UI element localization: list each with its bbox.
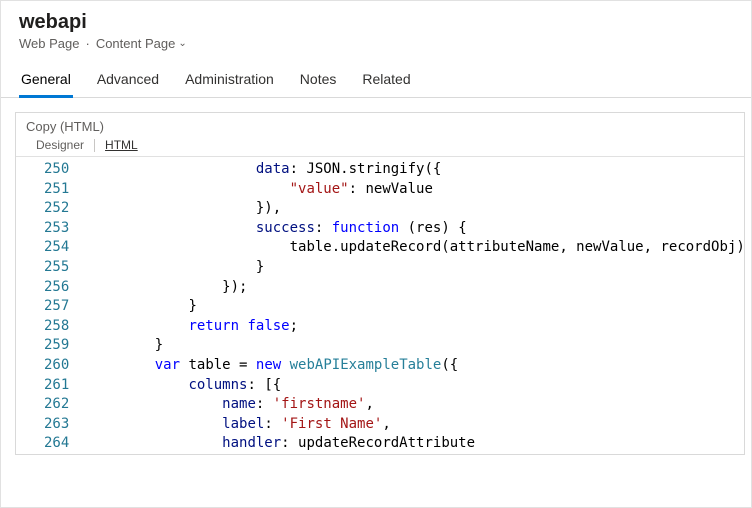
code-line[interactable]: } — [87, 336, 744, 356]
line-number: 261 — [44, 376, 69, 396]
code-line[interactable]: label: 'First Name', — [87, 415, 744, 435]
line-number: 264 — [44, 434, 69, 454]
record-header: webapi Web Page · Content Page ⌄ — [1, 1, 751, 51]
form-tabs: General Advanced Administration Notes Re… — [1, 51, 751, 98]
line-number: 250 — [44, 160, 69, 180]
code-line[interactable]: data: JSON.stringify({ — [87, 160, 744, 180]
editor-mode-subtabs: Designer HTML — [16, 138, 744, 156]
line-number-gutter: 2502512522532542552562572582592602612622… — [34, 157, 87, 454]
subtab-designer[interactable]: Designer — [36, 138, 84, 152]
tab-general[interactable]: General — [19, 69, 73, 97]
chevron-down-icon: ⌄ — [178, 38, 186, 49]
tab-administration[interactable]: Administration — [183, 69, 276, 97]
line-number: 259 — [44, 336, 69, 356]
separator-dot: · — [85, 36, 89, 51]
tab-notes[interactable]: Notes — [298, 69, 339, 97]
subtab-separator — [94, 139, 95, 152]
code-line[interactable]: } — [87, 258, 744, 278]
code-line[interactable]: }); — [87, 278, 744, 298]
page-title: webapi — [19, 11, 733, 34]
content-type-label: Content Page — [96, 36, 176, 51]
code-line[interactable]: return false; — [87, 317, 744, 337]
code-line[interactable]: table.updateRecord(attributeName, newVal… — [87, 238, 744, 258]
line-number: 256 — [44, 278, 69, 298]
line-number: 252 — [44, 199, 69, 219]
line-number: 254 — [44, 238, 69, 258]
code-line[interactable]: columns: [{ — [87, 376, 744, 396]
tab-related[interactable]: Related — [360, 69, 412, 97]
subtab-html[interactable]: HTML — [105, 138, 138, 152]
code-content[interactable]: data: JSON.stringify({ "value": newValue… — [87, 157, 744, 454]
code-line[interactable]: var table = new webAPIExampleTable({ — [87, 356, 744, 376]
line-number: 255 — [44, 258, 69, 278]
code-line[interactable]: "value": newValue — [87, 180, 744, 200]
line-number: 251 — [44, 180, 69, 200]
code-line[interactable]: handler: updateRecordAttribute — [87, 434, 744, 454]
line-number: 253 — [44, 219, 69, 239]
line-number: 262 — [44, 395, 69, 415]
content-type-dropdown[interactable]: Content Page ⌄ — [96, 36, 187, 51]
code-line[interactable]: } — [87, 297, 744, 317]
tab-advanced[interactable]: Advanced — [95, 69, 161, 97]
code-editor[interactable]: 2502512522532542552562572582592602612622… — [16, 156, 744, 454]
code-line[interactable]: success: function (res) { — [87, 219, 744, 239]
code-line[interactable]: }), — [87, 199, 744, 219]
line-number: 257 — [44, 297, 69, 317]
line-number: 260 — [44, 356, 69, 376]
line-number: 263 — [44, 415, 69, 435]
line-number: 258 — [44, 317, 69, 337]
code-line[interactable]: name: 'firstname', — [87, 395, 744, 415]
entity-type-label: Web Page — [19, 36, 79, 51]
section-title: Copy (HTML) — [16, 113, 744, 138]
copy-html-section: Copy (HTML) Designer HTML 25025125225325… — [15, 112, 745, 455]
